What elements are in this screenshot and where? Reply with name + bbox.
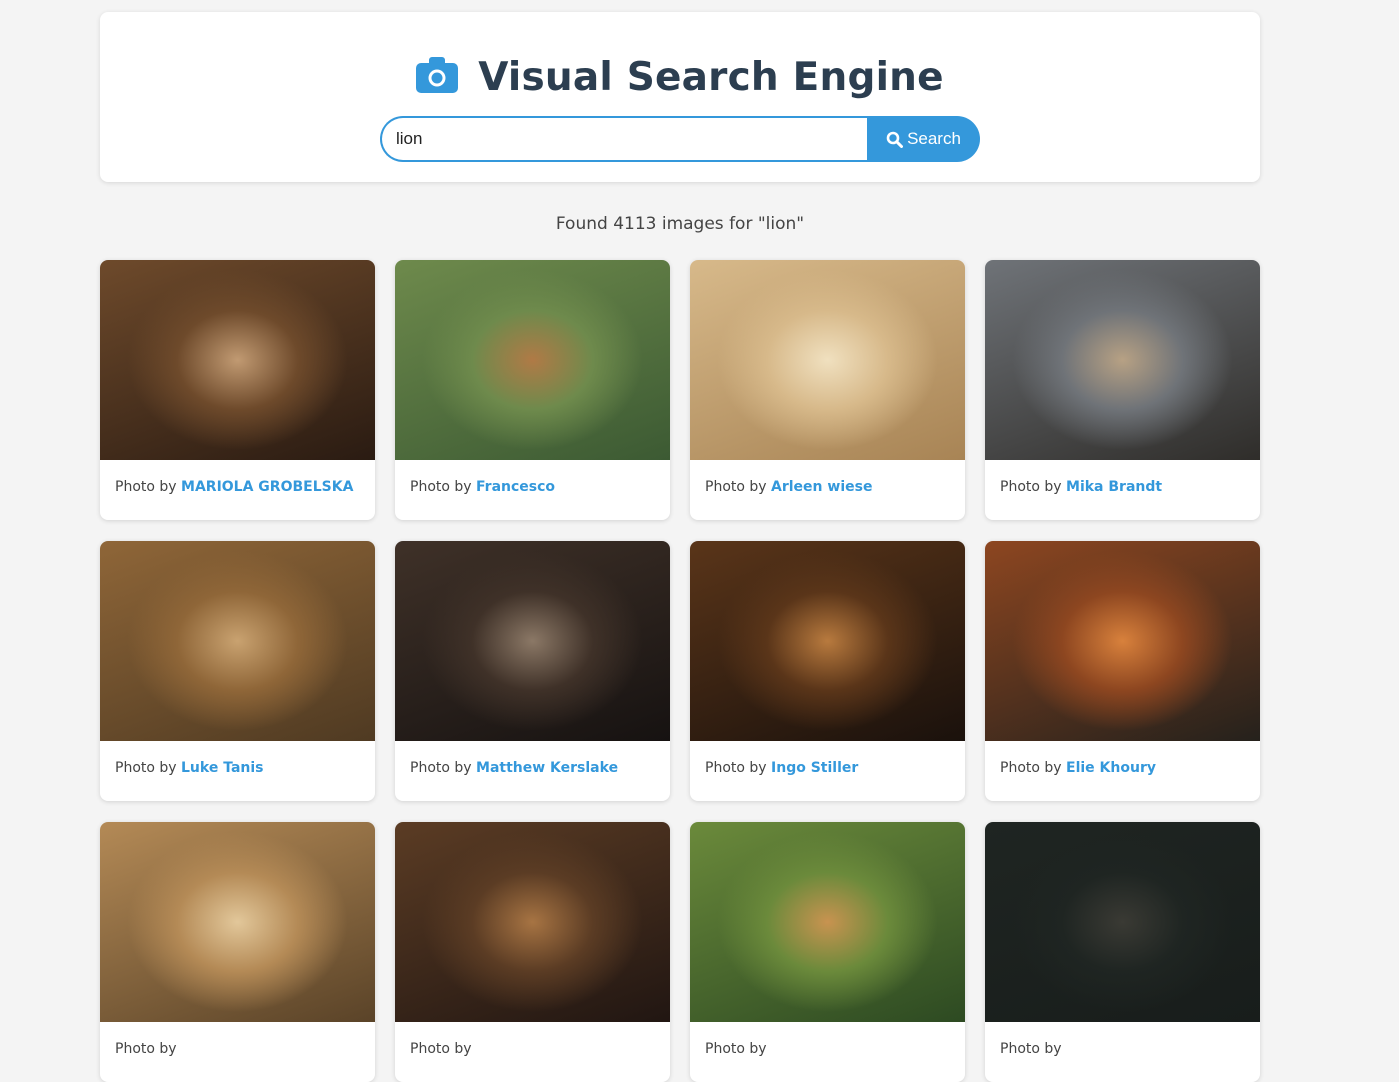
result-image[interactable]	[985, 822, 1260, 1022]
image-card[interactable]: Photo by Mika Brandt	[985, 260, 1260, 520]
image-card[interactable]: Photo by Matthew Kerslake	[395, 541, 670, 801]
photographer-link[interactable]: Francesco	[476, 479, 555, 495]
photo-credit-prefix: Photo by	[410, 479, 472, 495]
image-card[interactable]: Photo by Arleen wiese	[690, 260, 965, 520]
photo-credit: Photo by Elie Khoury	[985, 741, 1260, 795]
result-image[interactable]	[985, 260, 1260, 460]
photo-credit-prefix: Photo by	[115, 479, 177, 495]
photo-credit: Photo by MARIOLA GROBELSKA	[100, 460, 375, 514]
search-icon	[886, 131, 904, 148]
title-row: Visual Search Engine	[100, 48, 1260, 106]
photographer-link[interactable]: MARIOLA GROBELSKA	[181, 479, 353, 495]
photographer-link[interactable]: Mika Brandt	[1066, 479, 1162, 495]
photo-credit-prefix: Photo by	[410, 760, 472, 776]
photo-credit: Photo by Ingo Stiller	[690, 741, 965, 795]
photo-credit: Photo by Matthew Kerslake	[395, 741, 670, 795]
search-button[interactable]: Search	[867, 116, 980, 162]
result-image[interactable]	[395, 822, 670, 1022]
photo-credit-prefix: Photo by	[705, 1041, 767, 1057]
result-image[interactable]	[100, 260, 375, 460]
result-image[interactable]	[100, 541, 375, 741]
image-card[interactable]: Photo by	[690, 822, 965, 1082]
result-image[interactable]	[690, 541, 965, 741]
image-card[interactable]: Photo by Francesco	[395, 260, 670, 520]
photo-credit-prefix: Photo by	[115, 1041, 177, 1057]
image-card[interactable]: Photo by MARIOLA GROBELSKA	[100, 260, 375, 520]
image-card[interactable]: Photo by	[100, 822, 375, 1082]
search-bar: Search	[380, 116, 980, 162]
photo-credit: Photo by	[395, 1022, 670, 1076]
header-card: Visual Search Engine Search	[100, 12, 1260, 182]
photo-credit: Photo by Francesco	[395, 460, 670, 514]
search-input[interactable]	[380, 116, 867, 162]
result-image[interactable]	[100, 822, 375, 1022]
photo-credit-prefix: Photo by	[1000, 1041, 1062, 1057]
search-button-label: Search	[907, 129, 961, 148]
photo-credit: Photo by Arleen wiese	[690, 460, 965, 514]
photographer-link[interactable]: Matthew Kerslake	[476, 760, 618, 776]
result-image[interactable]	[690, 260, 965, 460]
image-card[interactable]: Photo by Ingo Stiller	[690, 541, 965, 801]
image-card[interactable]: Photo by Elie Khoury	[985, 541, 1260, 801]
image-card[interactable]: Photo by	[985, 822, 1260, 1082]
photographer-link[interactable]: Ingo Stiller	[771, 760, 858, 776]
image-card[interactable]: Photo by Luke Tanis	[100, 541, 375, 801]
result-image[interactable]	[985, 541, 1260, 741]
result-image[interactable]	[395, 260, 670, 460]
photo-credit: Photo by	[100, 1022, 375, 1076]
photo-credit: Photo by Mika Brandt	[985, 460, 1260, 514]
results-count: Found 4113 images for "lion"	[555, 214, 805, 234]
photo-credit: Photo by	[985, 1022, 1260, 1076]
results-grid: Photo by MARIOLA GROBELSKA Photo by Franc…	[100, 260, 1260, 1082]
photo-credit-prefix: Photo by	[705, 479, 767, 495]
photo-credit-prefix: Photo by	[1000, 760, 1062, 776]
photo-credit-prefix: Photo by	[705, 760, 767, 776]
camera-icon	[416, 57, 478, 97]
image-card[interactable]: Photo by	[395, 822, 670, 1082]
photo-credit-prefix: Photo by	[115, 760, 177, 776]
result-image[interactable]	[395, 541, 670, 741]
photo-credit-prefix: Photo by	[1000, 479, 1062, 495]
photographer-link[interactable]: Arleen wiese	[771, 479, 872, 495]
photographer-link[interactable]: Elie Khoury	[1066, 760, 1156, 776]
photo-credit-prefix: Photo by	[410, 1041, 472, 1057]
page-title: Visual Search Engine	[478, 54, 944, 100]
photo-credit: Photo by Luke Tanis	[100, 741, 375, 795]
result-image[interactable]	[690, 822, 965, 1022]
photographer-link[interactable]: Luke Tanis	[181, 760, 263, 776]
photo-credit: Photo by	[690, 1022, 965, 1076]
